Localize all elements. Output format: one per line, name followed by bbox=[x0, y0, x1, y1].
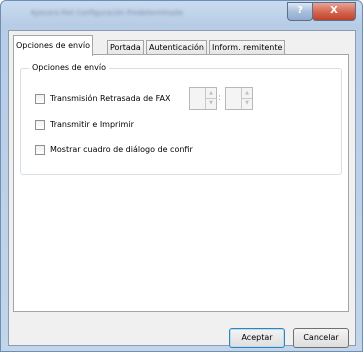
send-options-group: Opciones de envío Transmisión Retrasada … bbox=[20, 63, 342, 175]
group-title: Opciones de envío bbox=[29, 63, 109, 72]
minute-spinner[interactable]: ▲ ▼ bbox=[225, 87, 253, 110]
minute-spin-arrows: ▲ ▼ bbox=[241, 88, 252, 109]
tab-inform-remitente[interactable]: Inform. remitente bbox=[209, 40, 286, 55]
cancel-button[interactable]: Cancelar bbox=[293, 328, 349, 348]
dialog-window: Kyocera FAX Configuración Predeterminada… bbox=[0, 0, 363, 352]
accept-button[interactable]: Aceptar bbox=[229, 328, 285, 348]
tab-panel: Opciones de envío Transmisión Retrasada … bbox=[13, 54, 349, 312]
hour-spinner[interactable]: ▲ ▼ bbox=[189, 87, 217, 110]
minute-down-arrow-icon[interactable]: ▼ bbox=[242, 98, 252, 108]
dialog-client-area: Opciones de envío Portada Autenticación … bbox=[8, 30, 356, 348]
window-title: Kyocera FAX Configuración Predeterminada bbox=[31, 9, 183, 17]
time-separator: : bbox=[218, 93, 222, 103]
hour-spin-arrows: ▲ ▼ bbox=[205, 88, 216, 109]
tab-opciones-de-envio[interactable]: Opciones de envío bbox=[13, 35, 93, 56]
delayed-fax-checkbox[interactable] bbox=[35, 94, 45, 104]
transmit-print-label: Transmitir e Imprimir bbox=[50, 120, 134, 129]
show-confirm-dialog-label: Mostrar cuadro de diálogo de confir bbox=[50, 145, 193, 154]
title-bar[interactable]: Kyocera FAX Configuración Predeterminada… bbox=[1, 1, 362, 27]
tab-portada[interactable]: Portada bbox=[107, 40, 144, 55]
hour-down-arrow-icon[interactable]: ▼ bbox=[206, 98, 216, 108]
help-button[interactable]: ? bbox=[287, 2, 313, 21]
show-confirm-dialog-checkbox[interactable] bbox=[35, 145, 45, 155]
delayed-fax-label: Transmisión Retrasada de FAX bbox=[50, 94, 171, 103]
tab-autenticacion[interactable]: Autenticación bbox=[146, 40, 207, 55]
transmit-print-checkbox[interactable] bbox=[35, 120, 45, 130]
close-button[interactable]: X bbox=[312, 2, 356, 21]
